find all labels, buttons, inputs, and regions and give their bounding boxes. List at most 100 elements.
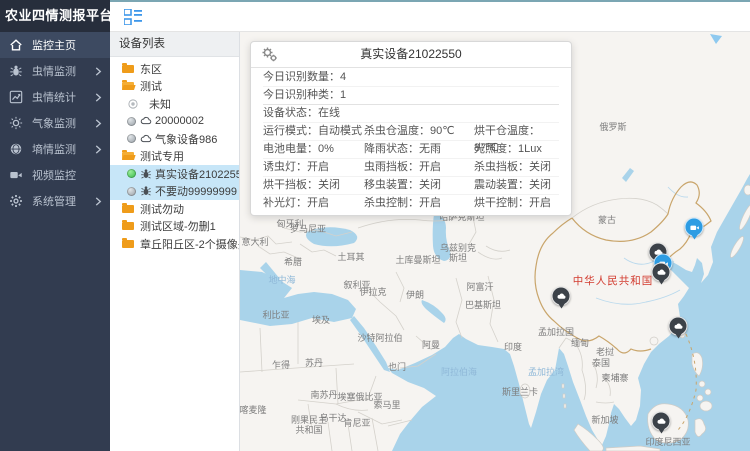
radio-icon	[127, 98, 139, 110]
tree-item-test-special[interactable]: 测试专用	[110, 148, 239, 166]
app-title: 农业四情测报平台	[0, 0, 110, 32]
bug-icon	[9, 64, 23, 78]
tree-item-label: 东区	[140, 61, 162, 77]
tree-item-zhangqiu-cameras[interactable]: 章丘阳丘区-2个摄像头	[110, 235, 239, 253]
tree-item-device-20000002[interactable]: 20000002	[110, 113, 239, 131]
sidebar-item-soil-monitor[interactable]: 墒情监测	[0, 136, 110, 162]
device-info-popup: 真实设备21022550 今日识别数量：4今日识别种类：1设备状态：在线运行模式…	[250, 41, 572, 216]
chevron-right-icon	[95, 93, 105, 102]
tree-item-unknown[interactable]: 未知	[110, 95, 239, 113]
sidebar-item-insect-monitor[interactable]: 虫情监测	[0, 58, 110, 84]
popup-detail-cell: 诱虫灯：开启	[263, 159, 364, 176]
sidebar-item-label: 墒情监测	[32, 141, 95, 157]
popup-summary-line: 今日识别种类：1	[263, 87, 559, 105]
chart-icon	[9, 90, 23, 104]
popup-detail-row: 电池电量：0%降雨状态：无雨光照度：1Lux	[263, 141, 559, 159]
cloud-icon	[673, 321, 683, 331]
folder-icon	[122, 205, 134, 213]
popup-title: 真实设备21022550	[360, 47, 461, 61]
sidebar-item-label: 虫情统计	[32, 89, 95, 105]
popup-detail-row: 烘干挡板：关闭移虫装置：关闭震动装置：关闭	[263, 177, 559, 195]
marker-weather-id[interactable]	[652, 412, 671, 431]
sidebar-item-label: 监控主页	[32, 37, 95, 53]
sidebar-item-label: 视频监控	[32, 167, 95, 183]
cloud-icon	[140, 133, 152, 145]
tree-item-label: 测试	[140, 78, 162, 94]
sun-icon	[9, 116, 23, 130]
tree-item-label: 20000002	[155, 115, 204, 127]
popup-detail-cell: 杀虫控制：开启	[364, 195, 474, 212]
sidebar-menu: 监控主页虫情监测虫情统计气象监测墒情监测视频监控系统管理	[0, 32, 110, 214]
popup-detail-cell: 震动装置：关闭	[474, 177, 559, 194]
home-icon	[9, 38, 23, 52]
sidebar: 农业四情测报平台 监控主页虫情监测虫情统计气象监测墒情监测视频监控系统管理	[0, 0, 110, 451]
marker-camera-ne[interactable]	[685, 218, 704, 237]
globe-icon	[9, 142, 23, 156]
device-list-panel: 设备列表 东区测试未知 20000002 气象设备986测试专用真实设备210225…	[110, 32, 240, 451]
popup-detail-cell: 补光灯：开启	[263, 195, 364, 212]
folder-icon	[122, 65, 134, 73]
popup-detail-cell: 移虫装置：关闭	[364, 177, 474, 194]
bug-icon	[140, 168, 152, 180]
chevron-right-icon	[95, 67, 105, 76]
top-bar	[110, 0, 750, 32]
tree-item-test-area-del1[interactable]: 测试区域-勿删1	[110, 218, 239, 236]
sidebar-item-insect-stats[interactable]: 虫情统计	[0, 84, 110, 110]
tree-item-test[interactable]: 测试	[110, 78, 239, 96]
sidebar-item-label: 虫情监测	[32, 63, 95, 79]
cloud-icon	[140, 115, 152, 127]
popup-detail-cell: 烘干控制：开启	[474, 195, 559, 212]
popup-detail-cell: 烘干挡板：关闭	[263, 177, 364, 194]
video-icon	[9, 168, 23, 182]
popup-body: 今日识别数量：4今日识别种类：1设备状态：在线运行模式：自动模式杀虫仓温度：90…	[251, 68, 571, 215]
tree-item-real-device-21022550[interactable]: 真实设备21022550	[110, 165, 239, 183]
camera-icon	[689, 222, 699, 232]
folder-icon	[122, 82, 134, 90]
cloud-icon	[656, 267, 666, 277]
marker-weather-2[interactable]	[652, 263, 671, 282]
device-settings-icon[interactable]	[262, 47, 277, 62]
folder-icon	[122, 222, 134, 230]
sidebar-item-label: 系统管理	[32, 193, 95, 209]
popup-summary-line: 今日识别数量：4	[263, 69, 559, 87]
tree-item-dont-touch-99999999[interactable]: 不要动99999999	[110, 183, 239, 201]
marker-weather-tw[interactable]	[669, 317, 688, 336]
tree-item-label: 测试区域-勿删1	[140, 218, 216, 234]
device-tree: 东区测试未知 20000002 气象设备986测试专用真实设备21022550不要动…	[110, 57, 239, 253]
app-root: 农业四情测报平台 监控主页虫情监测虫情统计气象监测墒情监测视频监控系统管理 设备…	[0, 0, 750, 451]
folder-icon	[122, 152, 134, 160]
status-dot-online	[127, 169, 136, 178]
sidebar-item-label: 气象监测	[32, 115, 95, 131]
popup-detail-row: 诱虫灯：开启虫雨挡板：开启杀虫挡板：关闭	[263, 159, 559, 177]
tree-item-east-area[interactable]: 东区	[110, 60, 239, 78]
layout-toggle-icon[interactable]	[124, 9, 142, 25]
tree-item-weather-986[interactable]: 气象设备986	[110, 130, 239, 148]
status-dot-offline	[127, 134, 136, 143]
tree-item-label: 不要动99999999	[155, 183, 237, 199]
tree-item-label: 测试勿动	[140, 201, 184, 217]
chevron-right-icon	[95, 145, 105, 154]
device-list-header: 设备列表	[110, 32, 239, 57]
popup-detail-row: 运行模式：自动模式杀虫仓温度：90℃烘干仓温度：87℃	[263, 123, 559, 141]
tree-item-test-no-touch[interactable]: 测试勿动	[110, 200, 239, 218]
popup-detail-cell: 杀虫挡板：关闭	[474, 159, 559, 176]
status-dot-offline	[127, 117, 136, 126]
sidebar-item-system-manage[interactable]: 系统管理	[0, 188, 110, 214]
sidebar-item-weather-monitor[interactable]: 气象监测	[0, 110, 110, 136]
chevron-right-icon	[95, 197, 105, 206]
popup-detail-cell: 电池电量：0%	[263, 141, 364, 158]
tree-item-label: 气象设备986	[155, 131, 217, 147]
sidebar-item-video-monitor[interactable]: 视频监控	[0, 162, 110, 188]
tree-item-label: 未知	[149, 96, 171, 112]
cloud-icon	[656, 416, 666, 426]
popup-status-line: 设备状态：在线	[263, 105, 559, 123]
cloud-icon	[556, 291, 566, 301]
bug-icon	[140, 185, 152, 197]
tree-item-label: 章丘阳丘区-2个摄像头	[140, 236, 239, 252]
status-dot-offline	[127, 187, 136, 196]
sidebar-item-monitor-home[interactable]: 监控主页	[0, 32, 110, 58]
folder-icon	[122, 240, 134, 248]
tree-item-label: 真实设备21022550	[155, 166, 239, 182]
marker-weather-tibet[interactable]	[552, 287, 571, 306]
popup-detail-cell: 虫雨挡板：开启	[364, 159, 474, 176]
